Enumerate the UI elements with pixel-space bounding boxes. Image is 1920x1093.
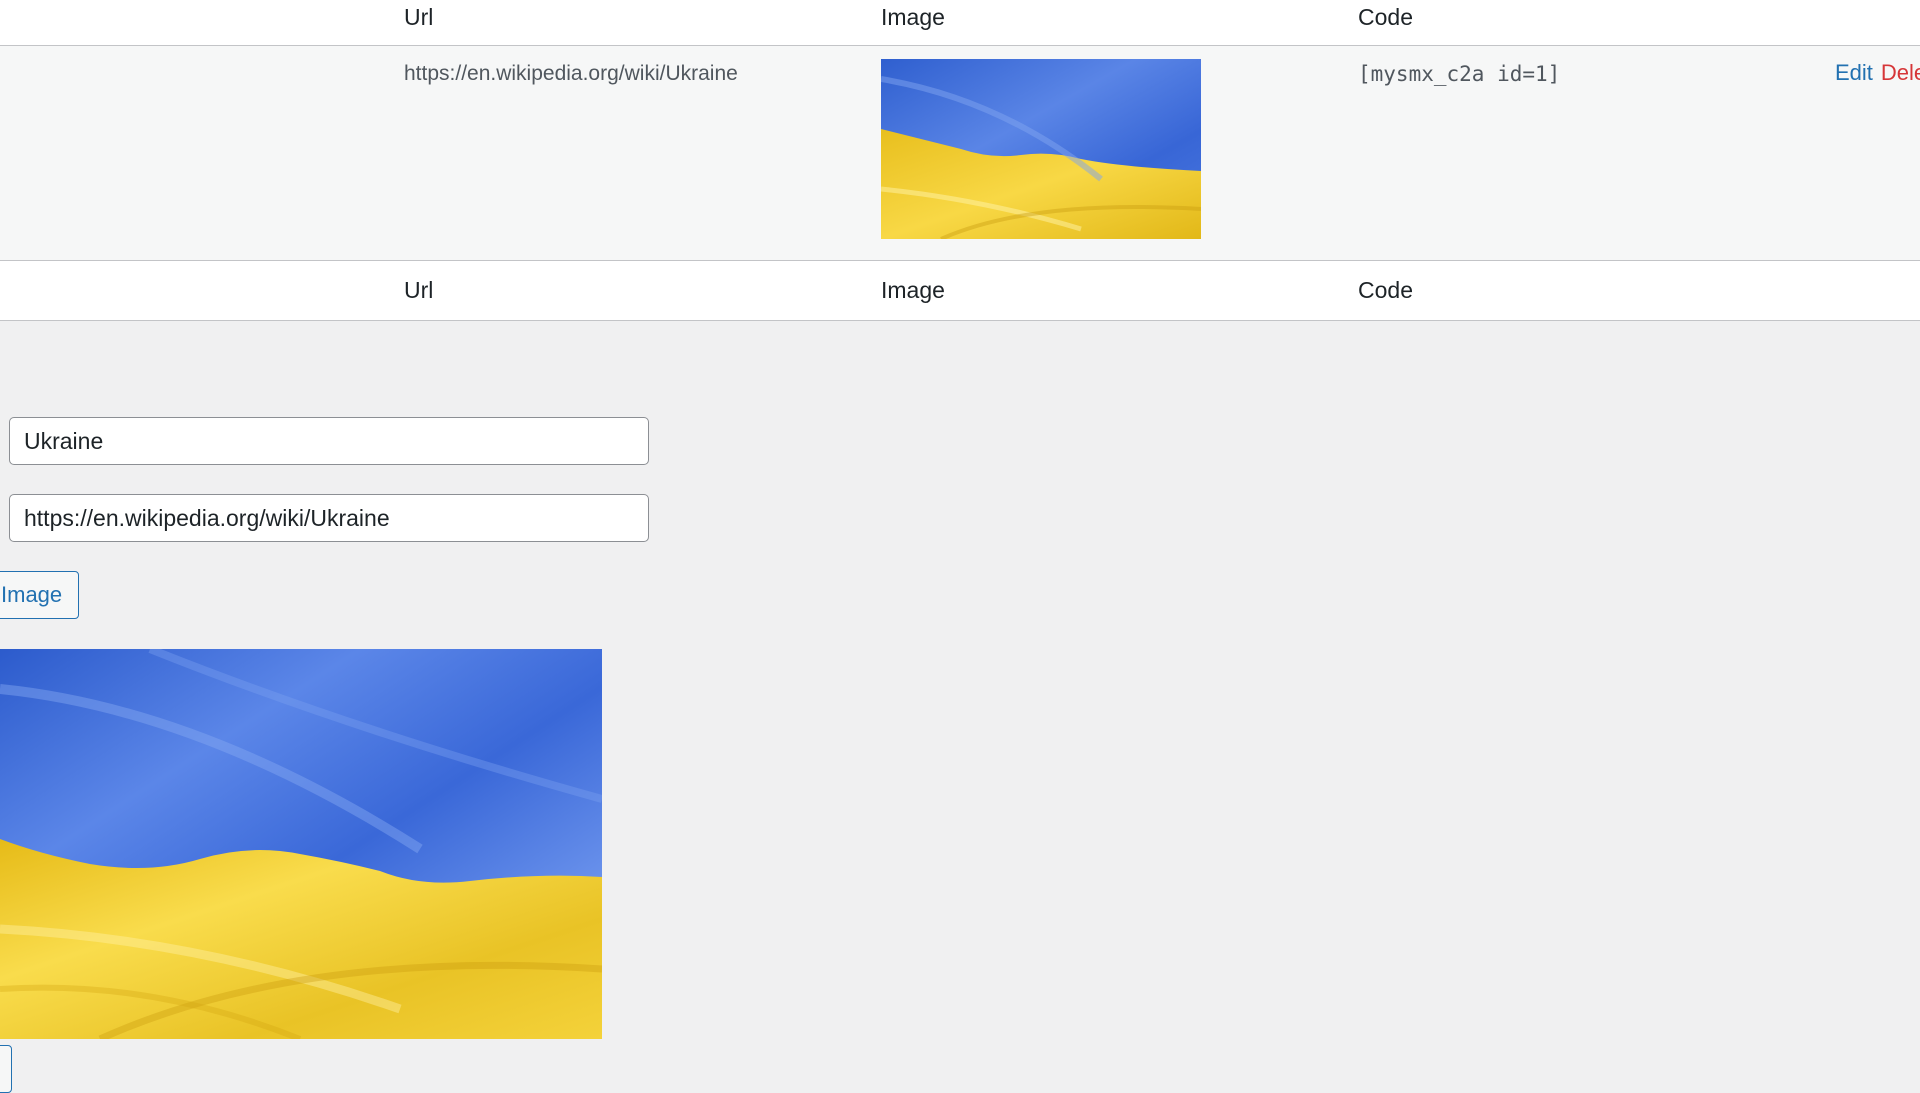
row-image-thumbnail [881, 59, 1201, 239]
items-table: Url Image Code https://en.wikipedia.org/… [0, 0, 1920, 321]
column-footer-image[interactable]: Image [881, 277, 945, 304]
remove-image-button[interactable] [0, 1045, 12, 1093]
image-preview [0, 649, 602, 1039]
column-header-image[interactable]: Image [881, 4, 945, 31]
ukraine-flag-thumbnail [881, 59, 1201, 239]
column-footer-url[interactable]: Url [404, 277, 433, 304]
column-header-url[interactable]: Url [404, 4, 433, 31]
row-url: https://en.wikipedia.org/wiki/Ukraine [404, 62, 738, 85]
url-input[interactable] [9, 494, 649, 542]
table-header-row: Url Image Code [0, 0, 1920, 46]
select-image-button[interactable]: Image [0, 571, 80, 619]
column-footer-code[interactable]: Code [1358, 277, 1413, 304]
row-actions: Edit Dele [1835, 60, 1920, 86]
title-input[interactable] [9, 417, 649, 465]
table-row: https://en.wikipedia.org/wiki/Ukraine [m… [0, 46, 1920, 260]
table-footer-row: Url Image Code [0, 260, 1920, 320]
edit-link[interactable]: Edit [1835, 60, 1873, 85]
column-header-code[interactable]: Code [1358, 4, 1413, 31]
delete-link[interactable]: Dele [1881, 60, 1920, 85]
ukraine-flag-preview [0, 649, 602, 1039]
row-shortcode: [mysmx_c2a id=1] [1358, 62, 1561, 86]
